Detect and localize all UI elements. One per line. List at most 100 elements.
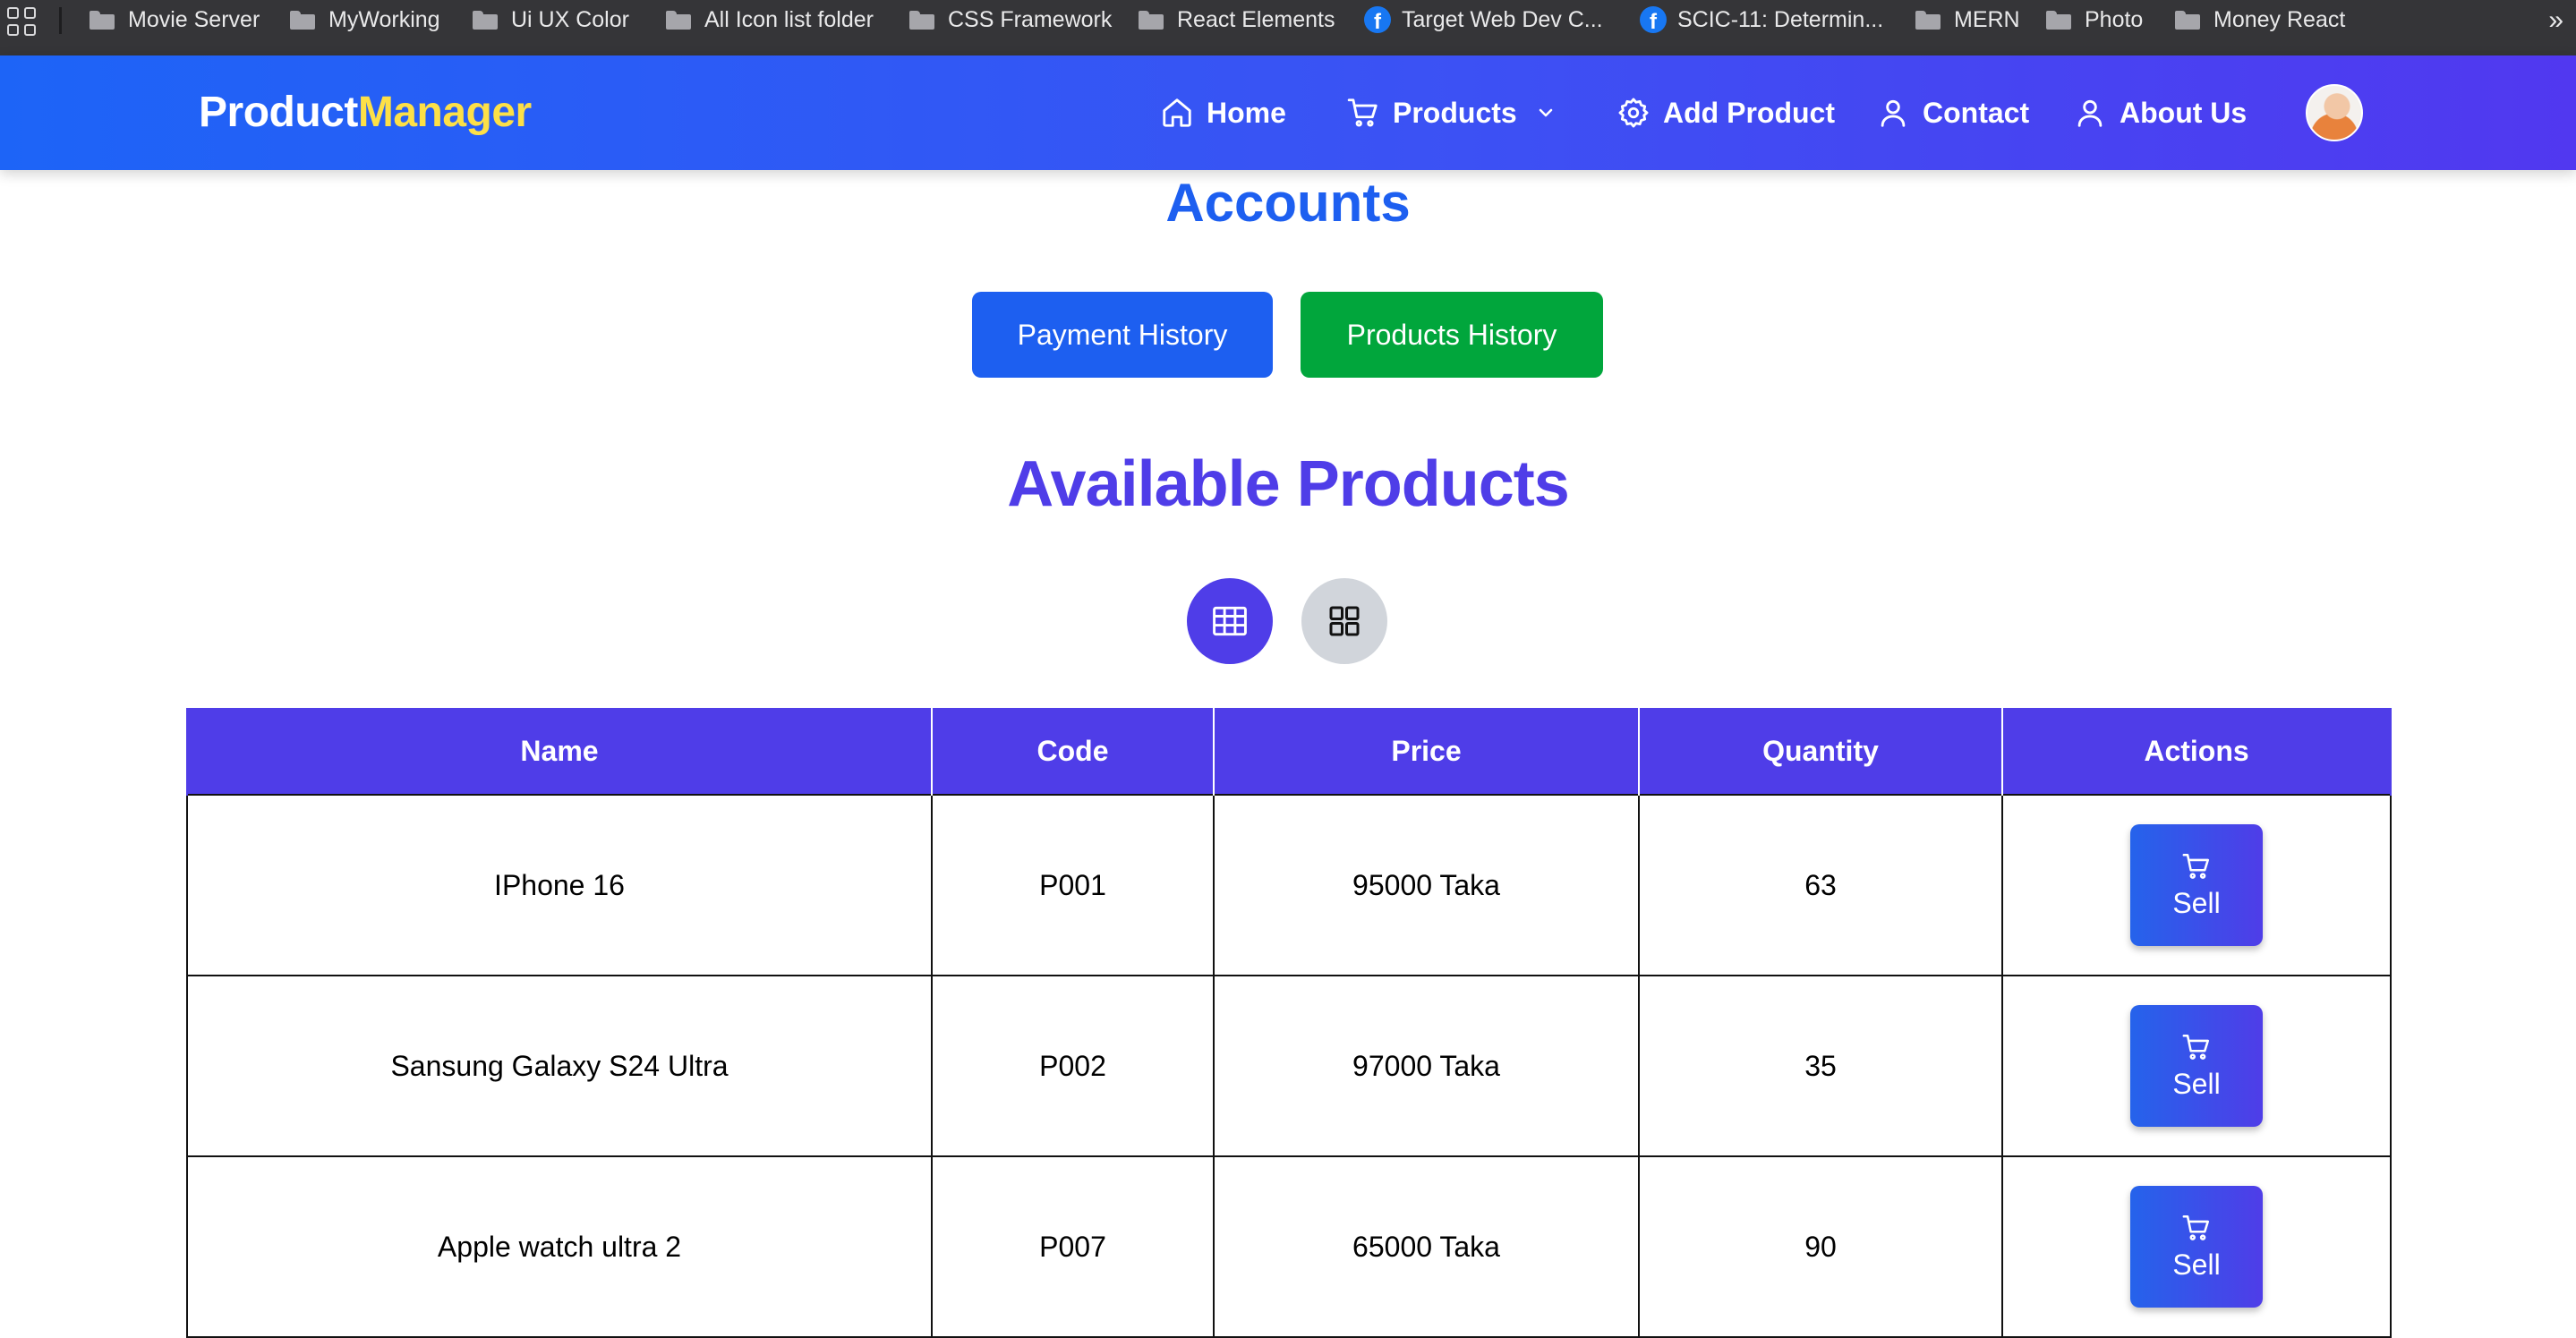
nav-home-label: Home [1207,96,1286,129]
cell-code: P007 [931,1155,1215,1338]
folder-icon [666,10,691,30]
bookmark-scic-11[interactable]: f SCIC-11: Determin... [1640,0,1883,39]
cell-price: 65000 Taka [1213,1155,1640,1338]
cell-quantity: 90 [1638,1155,2003,1338]
table-row: Sansung Galaxy S24 Ultra P002 97000 Taka… [186,975,2392,1157]
table-row: Apple watch ultra 2 P007 65000 Taka 90 S… [186,1155,2392,1338]
home-icon [1163,98,1191,127]
column-header-quantity: Quantity [1638,708,2003,795]
cell-price: 95000 Taka [1213,794,1640,976]
facebook-icon: f [1364,6,1391,33]
bookmark-target-web-dev[interactable]: f Target Web Dev C... [1364,0,1603,39]
nav-about-us[interactable]: About Us [2073,93,2247,132]
cell-actions: Sell [2001,975,2392,1157]
bookmark-label: Photo [2085,6,2144,32]
bookmarks-bar: Movie Server MyWorking Ui UX Color All I… [0,0,2576,55]
cart-icon [1347,98,1378,127]
cell-actions: Sell [2001,794,2392,976]
bookmark-all-icon-list[interactable]: All Icon list folder [666,0,874,39]
facebook-icon: f [1640,6,1667,33]
cart-icon [2182,1034,2210,1060]
brand-logo[interactable]: ProductManager [199,88,532,137]
bookmark-css-framework[interactable]: CSS Framework [909,0,1112,39]
bookmark-money-react[interactable]: Money React [2175,0,2345,39]
accounts-title: Accounts [1165,173,1411,233]
nav-about-label: About Us [2120,96,2248,129]
bookmark-movie-server[interactable]: Movie Server [90,0,260,39]
nav-products[interactable]: Products [1346,93,1557,132]
cell-actions: Sell [2001,1155,2392,1338]
column-header-price: Price [1213,708,1640,795]
bookmark-label: MyWorking [328,6,440,32]
bookmark-photo[interactable]: Photo [2046,0,2143,39]
payment-history-button[interactable]: Payment History [972,292,1273,378]
bookmark-label: Target Web Dev C... [1402,6,1603,32]
bookmark-label: CSS Framework [948,6,1113,32]
sell-button[interactable]: Sell [2130,1186,2263,1308]
table-header-row: Name Code Price Quantity Actions [186,708,2392,795]
gear-icon [1618,98,1649,128]
grid-view-button[interactable] [1301,578,1387,664]
cell-code: P001 [931,794,1215,976]
cell-code: P002 [931,975,1215,1157]
folder-icon [473,10,498,30]
cell-name: Sansung Galaxy S24 Ultra [186,975,933,1157]
cell-quantity: 35 [1638,975,2003,1157]
cell-name: Apple watch ultra 2 [186,1155,933,1338]
sell-button[interactable]: Sell [2130,824,2263,946]
available-products-title: Available Products [1007,448,1570,520]
folder-icon [290,10,315,30]
sell-button-label: Sell [2172,886,2221,919]
nav-home[interactable]: Home [1160,93,1286,132]
brand-text-manager: Manager [357,89,532,136]
sell-button[interactable]: Sell [2130,1005,2263,1127]
folder-icon [2175,10,2200,30]
apps-grid-icon[interactable] [7,7,36,36]
nav-contact-label: Contact [1923,96,2030,129]
folder-icon [1139,10,1164,30]
bookmark-myworking[interactable]: MyWorking [290,0,440,39]
bookmark-ui-ux-color[interactable]: Ui UX Color [473,0,629,39]
bookmark-label: MERN [1954,6,2020,32]
user-icon [1881,99,1906,127]
table-view-button[interactable] [1187,578,1273,664]
table-row: IPhone 16 P001 95000 Taka 63 Sell [186,794,2392,976]
grid-icon [1329,606,1360,636]
bookmark-label: React Elements [1177,6,1335,32]
table-icon [1213,606,1247,636]
bookmark-label: Money React [2213,6,2346,32]
nav-contact[interactable]: Contact [1876,93,2029,132]
folder-icon [2046,10,2071,30]
bookmark-label: Ui UX Color [511,6,629,32]
folder-icon [90,10,115,30]
products-table: Name Code Price Quantity Actions IPhone … [186,708,2392,1338]
products-history-button[interactable]: Products History [1301,292,1603,378]
nav-add-product[interactable]: Add Product [1616,93,1835,132]
sell-button-label: Sell [2172,1067,2221,1100]
folder-icon [1915,10,1941,30]
cell-quantity: 63 [1638,794,2003,976]
user-icon [2077,99,2103,127]
cell-price: 97000 Taka [1213,975,1640,1157]
column-header-actions: Actions [2001,708,2392,795]
cell-name: IPhone 16 [186,794,933,976]
bookmark-mern[interactable]: MERN [1915,0,2020,39]
bookmark-label: SCIC-11: Determin... [1677,6,1884,32]
bookmarks-overflow-icon[interactable]: » [2548,5,2563,36]
column-header-code: Code [931,708,1215,795]
nav-add-product-label: Add Product [1663,96,1835,129]
sell-button-label: Sell [2172,1248,2221,1281]
brand-text-product: Product [199,89,358,136]
bookmark-react-elements[interactable]: React Elements [1139,0,1335,39]
bookmark-label: All Icon list folder [704,6,874,32]
chevron-down-icon [1539,108,1552,117]
cart-icon [2182,853,2210,879]
folder-icon [909,10,934,30]
bookmarks-divider [59,7,62,34]
user-avatar[interactable] [2306,84,2363,141]
cart-icon [2182,1214,2210,1240]
column-header-name: Name [186,708,933,795]
nav-products-label: Products [1393,96,1517,129]
top-navbar: ProductManager Home Products Add Product… [0,55,2576,170]
bookmark-label: Movie Server [128,6,260,32]
